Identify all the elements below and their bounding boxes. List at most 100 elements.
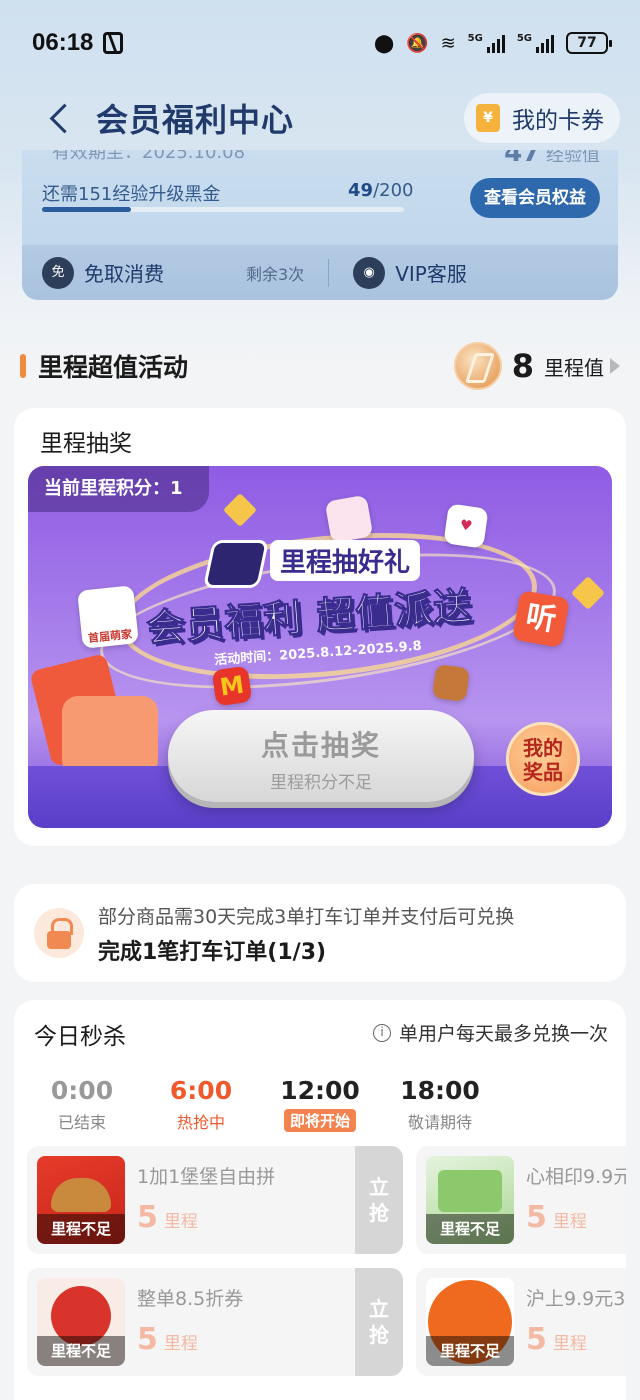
location-icon: ⬤ — [373, 32, 395, 54]
brand-thumbnail: 里程不足 — [426, 1278, 514, 1366]
banner-subtitle: 里程抽好礼 — [270, 540, 421, 581]
star-decoration — [223, 493, 257, 527]
slot-time: 6:00 — [169, 1076, 233, 1105]
app-logo-icon — [431, 663, 471, 703]
opera-mask-thumbnail: 里程不足 — [37, 1278, 125, 1366]
headset-icon: ◉ — [353, 256, 386, 289]
item-price: 5 里程 — [526, 1200, 587, 1235]
lottery-card: 里程抽奖 当前里程积分：1 ♥ 首届萌家 听 M 里程抽好礼 会员福利 超值派送… — [14, 408, 626, 846]
signal-icon-1: 5G — [468, 33, 505, 53]
app-logo-home: 首届萌家 — [77, 585, 139, 649]
app-logo-icon: ♥ — [443, 503, 489, 549]
lock-icon — [34, 908, 84, 958]
nfc-icon — [103, 32, 124, 54]
flash-sale-note-text: 单用户每天最多兑换一次 — [398, 1023, 608, 1045]
flash-sale-item[interactable]: 里程不足 沪上9.9元3 5 里程 — [416, 1268, 626, 1376]
gift-decoration — [62, 696, 158, 776]
my-prizes-button[interactable]: 我的 奖品 — [506, 722, 580, 796]
member-expiry: 有效期至：2025.10.08 — [52, 150, 246, 163]
back-icon[interactable] — [46, 103, 76, 133]
draw-button-label: 点击抽奖 — [260, 729, 381, 762]
divider — [328, 258, 330, 287]
insufficient-badge: 里程不足 — [426, 1336, 514, 1366]
flash-sale-item[interactable]: 里程不足 心相印9.9元 5 里程 — [416, 1146, 626, 1254]
wifi-icon: ≋ — [440, 32, 456, 54]
chevron-right-icon[interactable] — [610, 358, 620, 374]
grab-button[interactable]: 立抢 — [355, 1268, 403, 1376]
time-slot-3[interactable]: 18:00 敬请期待 — [390, 1076, 490, 1133]
flash-sale-title: 今日秒杀 — [34, 1024, 126, 1050]
item-price: 5 里程 — [526, 1322, 587, 1357]
section-accent — [20, 354, 26, 378]
time-slot-1[interactable]: 6:00 热抢中 — [151, 1076, 251, 1133]
free-cancel-label: 免取消费 — [84, 262, 164, 286]
slot-status: 即将开始 — [283, 1109, 356, 1132]
lottery-title: 里程抽奖 — [40, 431, 132, 457]
free-cancel-remaining: 剩余3次 — [246, 264, 305, 284]
burger-thumbnail: 里程不足 — [37, 1156, 125, 1244]
slot-status: 已结束 — [57, 1113, 106, 1132]
free-cancel-entry[interactable]: 免 免取消费 剩余3次 — [42, 256, 305, 289]
app-header: 会员福利中心 ¥ 我的卡券 — [0, 86, 640, 150]
exp-progress-bar — [42, 207, 404, 212]
draw-button-note: 里程积分不足 — [270, 773, 372, 793]
signal-icon-2: 5G — [517, 33, 554, 53]
mute-icon: 🔕 — [406, 32, 429, 54]
upgrade-hint: 还需151经验升级黑金 — [42, 184, 221, 205]
app-logo-m: M — [211, 665, 253, 707]
flash-sale-item[interactable]: 里程不足 1加1堡堡自由拼 5 里程 立抢 — [27, 1146, 403, 1254]
status-bar: 06:18 ⬤ 🔕 ≋ 5G 5G 77 — [0, 0, 640, 86]
current-score-tag: 当前里程积分：1 — [28, 466, 209, 512]
slot-time: 12:00 — [280, 1076, 360, 1105]
exp-progress-fill — [42, 207, 131, 212]
mileage-logo-icon — [202, 540, 270, 588]
slot-time: 18:00 — [400, 1076, 480, 1105]
mileage-section-header: 里程超值活动 8 里程值 — [0, 338, 640, 394]
lottery-banner: 当前里程积分：1 ♥ 首届萌家 听 M 里程抽好礼 会员福利 超值派送 活动时间… — [28, 466, 612, 828]
vip-service-label: VIP客服 — [395, 262, 467, 286]
member-card-actions: 免 免取消费 剩余3次 ◉ VIP客服 — [22, 245, 618, 300]
slot-status: 热抢中 — [176, 1113, 225, 1132]
mileage-unit[interactable]: 里程值 — [544, 352, 604, 381]
requirement-progress: 完成1笔打车订单(1/3) — [98, 940, 327, 965]
info-icon: i — [372, 1023, 391, 1042]
page-title: 会员福利中心 — [96, 101, 295, 139]
my-coupons-label: 我的卡券 — [512, 108, 604, 134]
app-logo-listen: 听 — [512, 590, 570, 648]
flash-sale-note: i 单用户每天最多兑换一次 — [372, 1019, 608, 1046]
item-price: 5 里程 — [137, 1322, 198, 1357]
draw-button[interactable]: 点击抽奖 里程积分不足 — [168, 710, 474, 802]
mileage-value: 8 — [511, 347, 534, 385]
tissue-thumbnail: 里程不足 — [426, 1156, 514, 1244]
battery-icon: 77 — [566, 32, 612, 54]
tissue-icon — [438, 1170, 502, 1212]
slot-status: 敬请期待 — [407, 1113, 472, 1132]
requirement-description: 部分商品需30天完成3单打车订单并支付后可兑换 — [98, 906, 515, 928]
app-logo-icon — [324, 494, 374, 544]
time-slot-0[interactable]: 0:00 已结束 — [32, 1076, 132, 1133]
my-prizes-label: 我的 奖品 — [523, 736, 563, 784]
item-name: 整单8.5折券 — [137, 1288, 244, 1310]
item-name: 心相印9.9元 — [526, 1166, 626, 1188]
star-decoration — [571, 576, 605, 610]
flash-sale-card: 今日秒杀 i 单用户每天最多兑换一次 0:00 已结束 6:00 热抢中 12:… — [14, 1000, 626, 1400]
item-name: 1加1堡堡自由拼 — [137, 1166, 276, 1188]
requirement-card: 部分商品需30天完成3单打车订单并支付后可兑换 完成1笔打车订单(1/3) — [14, 884, 626, 982]
insufficient-badge: 里程不足 — [426, 1214, 514, 1244]
flash-sale-item[interactable]: 里程不足 整单8.5折券 5 里程 立抢 — [27, 1268, 403, 1376]
exp-counter: 49/200 — [348, 180, 414, 201]
vip-service-entry[interactable]: ◉ VIP客服 — [353, 256, 467, 289]
view-benefits-button[interactable]: 查看会员权益 — [470, 178, 600, 218]
status-time: 06:18 — [32, 29, 94, 56]
item-name: 沪上9.9元3 — [526, 1288, 626, 1310]
member-exp-value: 47 经验值 — [504, 150, 600, 168]
free-cancel-icon: 免 — [42, 256, 74, 289]
insufficient-badge: 里程不足 — [37, 1214, 125, 1244]
insufficient-badge: 里程不足 — [37, 1336, 125, 1366]
my-coupons-button[interactable]: ¥ 我的卡券 — [464, 93, 620, 143]
grab-button[interactable]: 立抢 — [355, 1146, 403, 1254]
status-icons: ⬤ 🔕 ≋ 5G 5G 77 — [373, 32, 612, 54]
time-slot-2[interactable]: 12:00 即将开始 — [270, 1076, 370, 1132]
mileage-coin-icon — [453, 342, 502, 390]
slot-time: 0:00 — [50, 1076, 114, 1105]
